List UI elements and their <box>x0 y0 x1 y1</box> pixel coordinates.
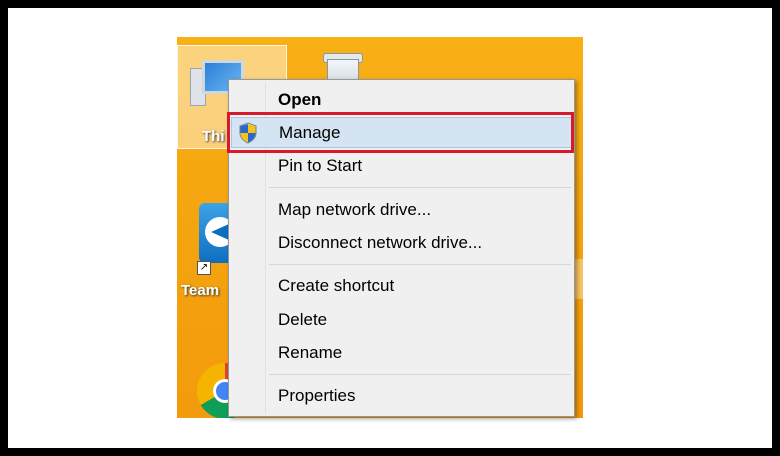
menu-item-properties[interactable]: Properties <box>231 380 572 411</box>
menu-item-label: Open <box>278 90 322 109</box>
menu-item-map-network-drive[interactable]: Map network drive... <box>231 194 572 225</box>
menu-separator <box>269 374 571 375</box>
menu-item-label: Disconnect network drive... <box>278 233 483 252</box>
this-pc-label: Thi <box>202 128 225 145</box>
teamviewer-arrow <box>211 224 229 240</box>
menu-separator <box>269 264 571 265</box>
menu-item-create-shortcut[interactable]: Create shortcut <box>231 270 572 301</box>
menu-item-rename[interactable]: Rename <box>231 337 572 368</box>
menu-separator <box>269 187 571 188</box>
menu-item-label: Create shortcut <box>278 276 395 295</box>
menu-item-delete[interactable]: Delete <box>231 304 572 335</box>
menu-item-label: Pin to Start <box>278 156 363 175</box>
menu-item-disconnect-network-drive[interactable]: Disconnect network drive... <box>231 227 572 258</box>
menu-item-open[interactable]: Open <box>231 84 572 115</box>
shortcut-arrow-icon: ↗ <box>197 261 211 275</box>
menu-item-label: Map network drive... <box>278 200 432 219</box>
teamviewer-label: Team <box>181 282 220 299</box>
menu-item-label: Delete <box>278 310 328 329</box>
menu-item-pin-to-start[interactable]: Pin to Start <box>231 150 572 181</box>
menu-item-label: Rename <box>278 343 343 362</box>
annotation-highlight-box <box>227 112 574 153</box>
menu-item-label: Properties <box>278 386 356 405</box>
